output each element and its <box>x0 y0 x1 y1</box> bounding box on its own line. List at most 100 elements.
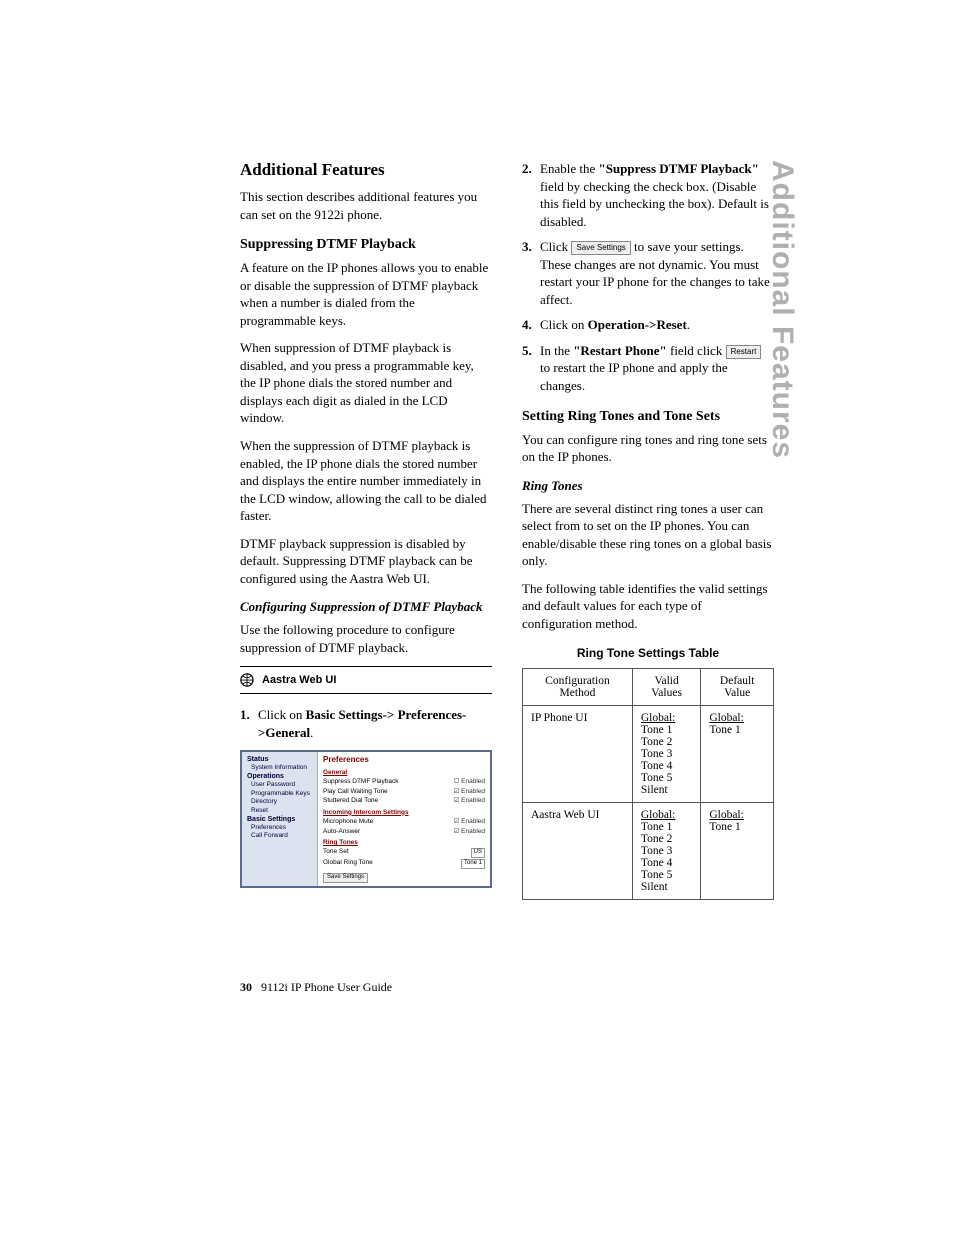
step-bold: Operation->Reset <box>588 317 687 332</box>
nav-section: Operations <box>247 772 312 781</box>
ss-label: Microphone Mute <box>323 818 373 826</box>
screenshot-group: Ring Tones <box>323 839 485 847</box>
body-paragraph: There are several distinct ring tones a … <box>522 500 774 570</box>
step-3: Click Save Settings to save your setting… <box>522 238 774 308</box>
page-title: Additional Features <box>240 160 492 180</box>
screenshot-main: Preferences General Suppress DTMF Playba… <box>318 752 490 886</box>
body-paragraph: A feature on the IP phones allows you to… <box>240 259 492 329</box>
ss-label: Stuttered Dial Tone <box>323 797 378 805</box>
ss-value: ☑ Enabled <box>454 818 486 826</box>
step-text: . <box>310 725 313 740</box>
aastra-web-ui-label: Aastra Web UI <box>262 674 336 686</box>
cell-default: Global: Tone 1 <box>701 706 774 803</box>
step-text: Enable the <box>540 161 598 176</box>
screenshot-group: General <box>323 769 485 777</box>
body-paragraph: The following table identifies the valid… <box>522 580 774 633</box>
ss-value: ☑ Enabled <box>454 797 486 805</box>
valid-item: Silent <box>641 881 668 893</box>
nav-item: Directory <box>251 798 312 806</box>
body-paragraph: Use the following procedure to configure… <box>240 621 492 656</box>
body-paragraph: When the suppression of DTMF playback is… <box>240 437 492 525</box>
valid-item: Silent <box>641 784 668 796</box>
nav-section: Basic Settings <box>247 815 312 824</box>
valid-label: Global: <box>641 809 676 821</box>
step-2: Enable the "Suppress DTMF Playback" fiel… <box>522 160 774 230</box>
ss-value: US <box>471 848 485 858</box>
doc-title: 9112i IP Phone User Guide <box>261 980 392 994</box>
ss-label: Global Ring Tone <box>323 859 373 869</box>
step-text: . <box>687 317 690 332</box>
step-list-left: Click on Basic Settings-> Preferences->G… <box>240 706 492 741</box>
globe-icon <box>240 673 254 687</box>
screenshot-title: Preferences <box>323 755 485 765</box>
ss-value: Tone 1 <box>461 859 485 869</box>
col-header-valid: Valid Values <box>632 669 700 706</box>
valid-item: Tone 5 <box>641 772 672 784</box>
body-paragraph: When suppression of DTMF playback is dis… <box>240 339 492 427</box>
step-5: In the "Restart Phone" field click Resta… <box>522 342 774 395</box>
ss-value: ☑ Enabled <box>454 828 486 836</box>
ss-label: Tone Set <box>323 848 349 858</box>
ss-label: Auto-Answer <box>323 828 360 836</box>
heading-configuring-suppression: Configuring Suppression of DTMF Playback <box>240 599 492 615</box>
cell-default: Global: Tone 1 <box>701 803 774 900</box>
table-row: IP Phone UI Global: Tone 1 Tone 2 Tone 3… <box>523 706 774 803</box>
valid-item: Tone 1 <box>641 724 672 736</box>
valid-item: Tone 2 <box>641 833 672 845</box>
heading-suppress-dtmf: Suppressing DTMF Playback <box>240 237 492 253</box>
ss-value: ☑ Enabled <box>454 788 486 796</box>
step-text: to restart the IP phone and apply the ch… <box>540 360 728 393</box>
step-4: Click on Operation->Reset. <box>522 316 774 334</box>
default-item: Tone 1 <box>709 724 740 736</box>
save-settings-button[interactable]: Save Settings <box>571 241 630 255</box>
body-paragraph: DTMF playback suppression is disabled by… <box>240 535 492 588</box>
valid-item: Tone 4 <box>641 857 672 869</box>
step-text: Click on <box>540 317 588 332</box>
valid-label: Global: <box>641 712 676 724</box>
col-header-method: Configuration Method <box>523 669 633 706</box>
nav-item: User Password <box>251 781 312 789</box>
ss-label: Suppress DTMF Playback <box>323 778 399 786</box>
nav-section: Status <box>247 755 312 764</box>
valid-item: Tone 4 <box>641 760 672 772</box>
intro-paragraph: This section describes additional featur… <box>240 188 492 223</box>
cell-method: Aastra Web UI <box>523 803 633 900</box>
valid-item: Tone 3 <box>641 845 672 857</box>
ss-value: ☐ Enabled <box>454 778 486 786</box>
step-text: Click on <box>258 707 306 722</box>
embedded-screenshot-preferences: Status System Information Operations Use… <box>240 750 492 888</box>
nav-item: System Information <box>251 764 312 772</box>
table-row: Aastra Web UI Global: Tone 1 Tone 2 Tone… <box>523 803 774 900</box>
body-paragraph: You can configure ring tones and ring to… <box>522 431 774 466</box>
heading-ring-tones-sets: Setting Ring Tones and Tone Sets <box>522 409 774 425</box>
nav-item: Programmable Keys <box>251 790 312 798</box>
step-list-right: Enable the "Suppress DTMF Playback" fiel… <box>522 160 774 395</box>
nav-item: Reset <box>251 807 312 815</box>
step-1: Click on Basic Settings-> Preferences->G… <box>240 706 492 741</box>
valid-item: Tone 2 <box>641 736 672 748</box>
step-bold: "Restart Phone" <box>573 343 667 358</box>
valid-item: Tone 1 <box>641 821 672 833</box>
page-number: 30 <box>240 980 252 994</box>
valid-item: Tone 3 <box>641 748 672 760</box>
restart-button[interactable]: Restart <box>726 345 762 359</box>
nav-item: Preferences <box>251 824 312 832</box>
step-text: In the <box>540 343 573 358</box>
default-label: Global: <box>709 712 744 724</box>
step-bold: "Suppress DTMF Playback" <box>598 161 758 176</box>
ring-tone-settings-table: Configuration Method Valid Values Defaul… <box>522 668 774 900</box>
screenshot-group: Incoming Intercom Settings <box>323 809 485 817</box>
left-column: Additional Features This section describ… <box>240 160 492 900</box>
default-item: Tone 1 <box>709 821 740 833</box>
cell-method: IP Phone UI <box>523 706 633 803</box>
nav-item: Call Forward <box>251 832 312 840</box>
step-text: field by checking the check box. (Disabl… <box>540 179 769 229</box>
valid-item: Tone 5 <box>641 869 672 881</box>
screenshot-save-button: Save Settings <box>323 873 368 883</box>
col-header-default: Default Value <box>701 669 774 706</box>
cell-valid: Global: Tone 1 Tone 2 Tone 3 Tone 4 Tone… <box>632 803 700 900</box>
table-caption: Ring Tone Settings Table <box>522 646 774 660</box>
right-column: Enable the "Suppress DTMF Playback" fiel… <box>522 160 774 900</box>
screenshot-nav: Status System Information Operations Use… <box>242 752 318 886</box>
aastra-web-ui-callout: Aastra Web UI <box>240 666 492 694</box>
